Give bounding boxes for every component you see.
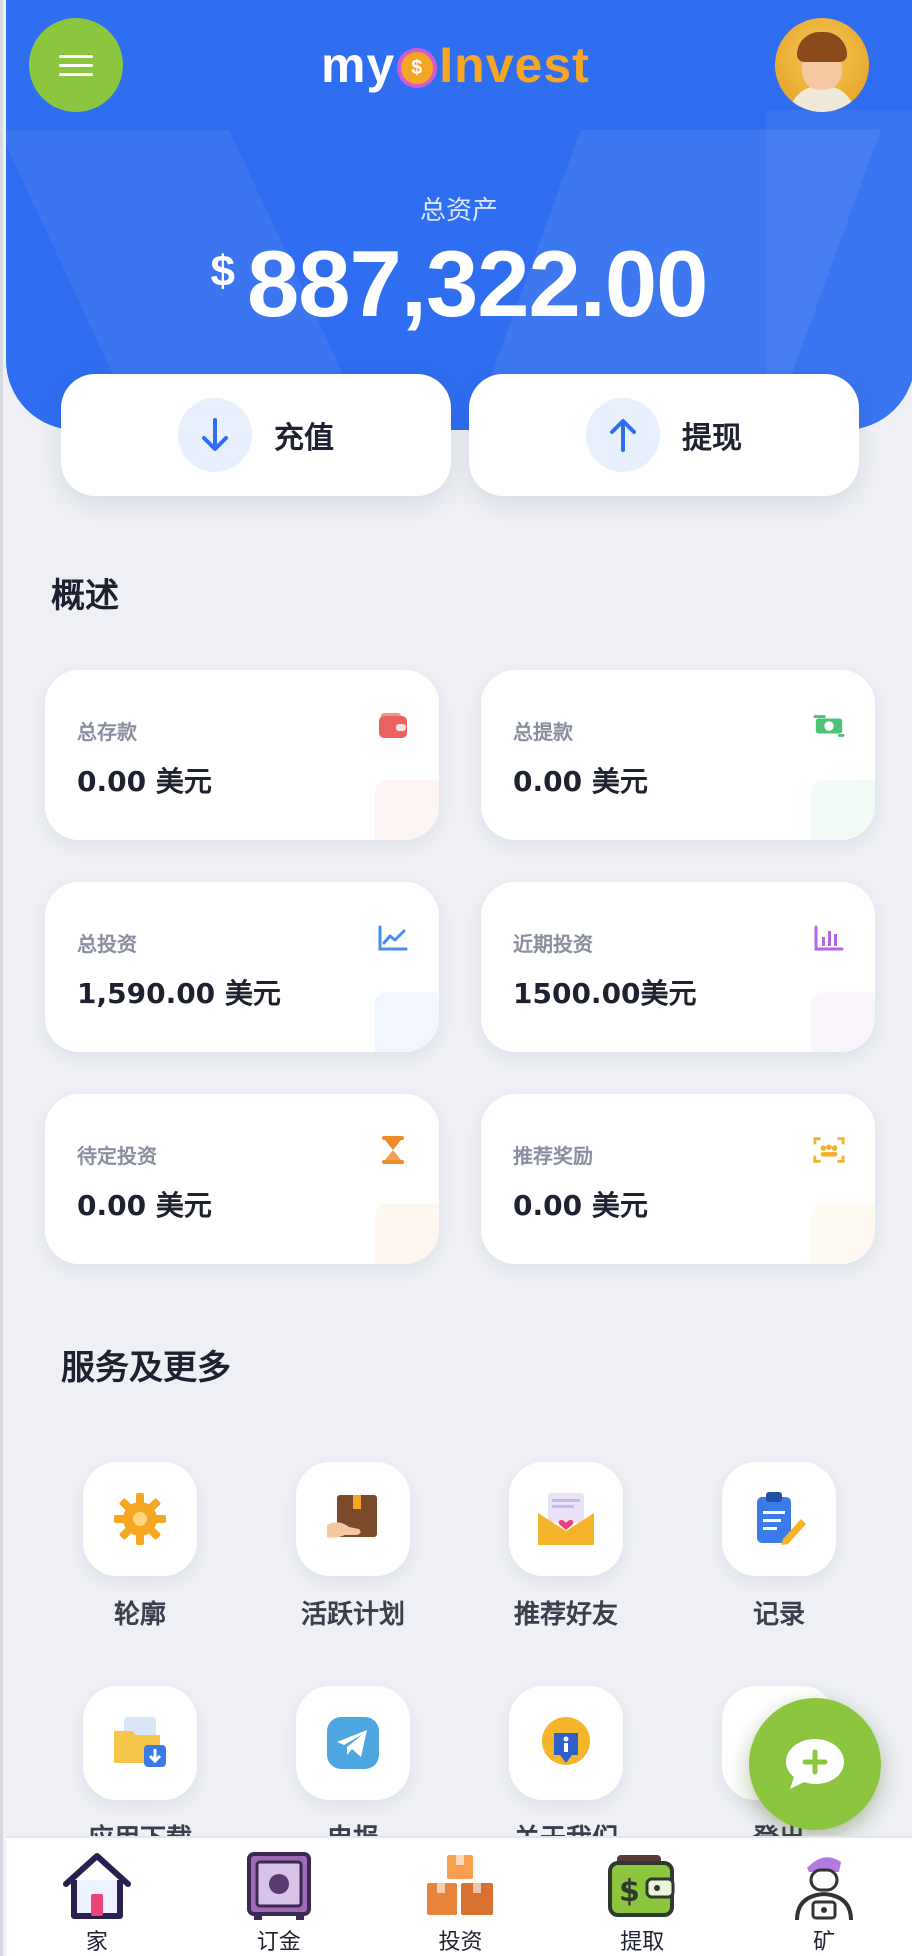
miner-icon — [785, 1850, 863, 1922]
service-label: 推荐好友 — [513, 1600, 618, 1630]
nav-mine[interactable]: 矿 — [733, 1838, 912, 1956]
nav-invest[interactable]: 投资 — [370, 1838, 552, 1956]
stat-label: 推荐奖励 — [513, 1144, 593, 1168]
total-assets-amount: $887,322.00 — [3, 230, 912, 338]
service-profile[interactable]: 轮廓 — [65, 1462, 215, 1631]
overview-title: 概述 — [51, 576, 119, 616]
withdraw-label: 提现 — [682, 421, 742, 456]
hamburger-icon — [59, 63, 93, 67]
line-chart-icon — [377, 922, 409, 954]
coin-icon — [397, 48, 438, 88]
hourglass-icon — [377, 1134, 409, 1166]
arrow-down-icon — [178, 398, 252, 472]
telegram-icon — [296, 1686, 410, 1800]
stat-label: 总投资 — [77, 932, 137, 956]
total-assets-label: 总资产 — [419, 196, 498, 226]
stat-card-total-withdrawal[interactable]: 总提款 0.00 美元 — [481, 670, 875, 840]
card-watermark — [811, 780, 875, 840]
nav-deposit[interactable]: 订金 — [188, 1838, 370, 1956]
avatar-hair — [797, 32, 847, 62]
wallet-icon — [377, 710, 409, 742]
wallet-cash-icon: $ — [603, 1850, 681, 1922]
nav-home[interactable]: 家 — [6, 1838, 188, 1956]
team-scan-icon — [813, 1134, 845, 1166]
stat-label: 总提款 — [513, 720, 573, 744]
nav-label: 投资 — [438, 1930, 483, 1955]
card-watermark — [375, 1204, 439, 1264]
service-about-us[interactable]: 关于我们 — [491, 1686, 641, 1855]
stat-card-referral-reward[interactable]: 推荐奖励 0.00 美元 — [481, 1094, 875, 1264]
stat-label: 待定投资 — [77, 1144, 157, 1168]
arrow-up-icon — [586, 398, 660, 472]
card-watermark — [375, 992, 439, 1052]
withdraw-button[interactable]: 提现 — [469, 374, 859, 496]
stat-card-total-deposit[interactable]: 总存款 0.00 美元 — [45, 670, 439, 840]
currency-symbol: $ — [210, 247, 235, 296]
service-records[interactable]: 记录 — [704, 1462, 854, 1631]
hamburger-icon — [59, 54, 93, 58]
service-refer-friend[interactable]: 推荐好友 — [491, 1462, 641, 1631]
hamburger-icon — [59, 72, 93, 76]
service-label: 记录 — [752, 1600, 805, 1630]
stat-card-pending-investment[interactable]: 待定投资 0.00 美元 — [45, 1094, 439, 1264]
safe-icon — [240, 1850, 318, 1922]
nav-label: 家 — [85, 1930, 108, 1955]
card-watermark — [375, 780, 439, 840]
svg-text:$: $ — [619, 1874, 640, 1909]
logo-prefix: my — [321, 37, 396, 93]
total-assets-value: 887,322.00 — [247, 231, 708, 336]
nav-withdraw[interactable]: $ 提取 — [551, 1838, 733, 1956]
bar-chart-icon — [813, 922, 845, 954]
stat-value: 0.00 美元 — [77, 765, 212, 798]
services-title: 服务及更多 — [61, 1348, 231, 1388]
deposit-label: 充值 — [274, 421, 334, 456]
service-app-download[interactable]: 应用下载 — [65, 1686, 215, 1855]
stat-label: 近期投资 — [513, 932, 593, 956]
cash-exchange-icon — [813, 710, 845, 742]
info-badge-icon — [509, 1686, 623, 1800]
chat-plus-icon — [786, 1739, 844, 1789]
boxes-icon — [421, 1850, 499, 1922]
stat-value: 0.00 美元 — [77, 1189, 212, 1222]
service-label: 轮廓 — [113, 1600, 166, 1630]
gear-icon — [83, 1462, 197, 1576]
logo-suffix: Invest — [439, 37, 590, 93]
home-icon — [58, 1850, 136, 1922]
stat-value: 0.00 美元 — [513, 765, 648, 798]
nav-label: 订金 — [256, 1930, 301, 1955]
deposit-button[interactable]: 充值 — [61, 374, 451, 496]
envelope-heart-icon — [509, 1462, 623, 1576]
chat-support-button[interactable] — [749, 1698, 881, 1830]
nav-label: 矿 — [813, 1930, 836, 1955]
stat-value: 1500.00美元 — [513, 977, 697, 1010]
folder-download-icon — [83, 1686, 197, 1800]
stat-card-recent-investment[interactable]: 近期投资 1500.00美元 — [481, 882, 875, 1052]
stat-value: 1,590.00 美元 — [77, 977, 281, 1010]
bottom-nav: 家 订金 投资 $ 提取 矿 — [6, 1836, 912, 1956]
service-label: 活跃计划 — [300, 1600, 405, 1630]
stat-card-total-investment[interactable]: 总投资 1,590.00 美元 — [45, 882, 439, 1052]
service-active-plan[interactable]: 活跃计划 — [278, 1462, 428, 1631]
nav-label: 提取 — [620, 1930, 665, 1955]
avatar[interactable] — [775, 18, 869, 112]
app-logo: my Invest — [321, 30, 590, 100]
service-telegram[interactable]: 电报 — [278, 1686, 428, 1855]
card-watermark — [811, 992, 875, 1052]
stat-label: 总存款 — [77, 720, 137, 744]
clipboard-pen-icon — [722, 1462, 836, 1576]
stat-value: 0.00 美元 — [513, 1189, 648, 1222]
menu-button[interactable] — [29, 18, 123, 112]
package-hand-icon — [296, 1462, 410, 1576]
app-screen: my Invest 总资产 $887,322.00 充值 提现 概述 总存款 0… — [0, 0, 912, 1956]
card-watermark — [811, 1204, 875, 1264]
